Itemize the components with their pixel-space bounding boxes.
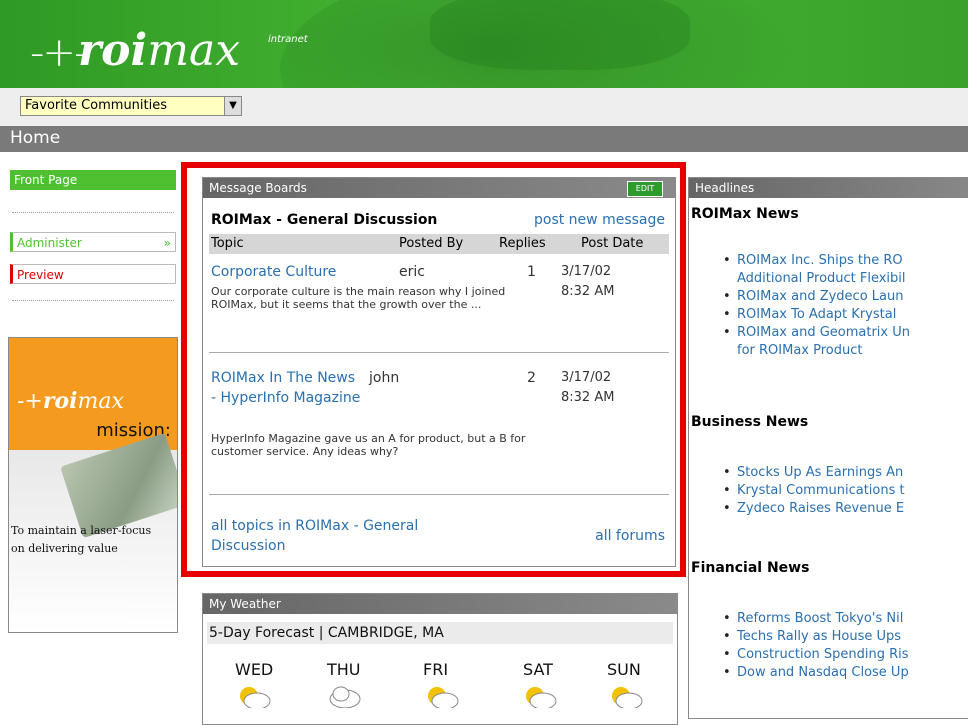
author: john [369, 370, 400, 386]
section-title: Financial News [691, 560, 810, 576]
divider [12, 212, 174, 213]
column-topic: Topic [211, 236, 244, 251]
headline-link[interactable]: Techs Rally as House Ups [723, 628, 968, 646]
weather-header: My Weather [203, 594, 677, 614]
section-title: Business News [691, 414, 809, 430]
chevron-down-icon[interactable]: ▼ [225, 96, 242, 116]
mission-line-2: on delivering value [11, 542, 118, 555]
day-label: WED [235, 660, 274, 679]
board-title: ROIMax - General Discussion [211, 212, 438, 228]
sun-cloud-icon [240, 687, 271, 708]
column-post-date: Post Date [581, 236, 644, 251]
author: eric [399, 264, 425, 280]
weather-panel: My Weather 5-Day Forecast | CAMBRIDGE, M… [202, 593, 678, 725]
mission-logo: -+roimax [17, 388, 124, 414]
column-posted-by: Posted By [399, 236, 464, 251]
panel-title: My Weather [209, 597, 281, 611]
post-excerpt: Our corporate culture is the main reason… [211, 285, 506, 311]
chevron-right-icon: » [163, 236, 171, 250]
panel-title: Message Boards [209, 181, 307, 195]
sidebar-item-preview[interactable]: Preview [10, 264, 176, 284]
headline-link[interactable]: Stocks Up As Earnings An [723, 464, 968, 482]
favorite-communities-select[interactable]: Favorite Communities ▼ [20, 96, 242, 116]
headline-list: Stocks Up As Earnings An Krystal Communi… [723, 464, 968, 518]
money-image [60, 432, 177, 539]
topic-link[interactable]: ROIMax In The News - HyperInfo Magazine [211, 368, 361, 408]
headline-link[interactable]: Zydeco Raises Revenue E [723, 500, 968, 518]
headline-link[interactable]: Krystal Communications t [723, 482, 968, 500]
cloud-icon [329, 686, 361, 708]
logo[interactable]: roimax [78, 25, 240, 76]
headline-link[interactable]: Construction Spending Ris [723, 646, 968, 664]
message-boards-header: Message Boards EDIT [203, 178, 675, 198]
all-forums-link[interactable]: all forums [595, 528, 665, 544]
headline-link[interactable]: ROIMax and Zydeco Laun [723, 288, 968, 306]
panel-title: Headlines [695, 181, 755, 195]
post-date: 3/17/02 8:32 AM [561, 370, 615, 405]
row-divider [209, 352, 669, 353]
logo-bold-text: roi [78, 25, 148, 76]
section-title: ROIMax News [691, 206, 799, 222]
headline-link[interactable]: ROIMax To Adapt Krystal [723, 306, 968, 324]
mission-banner[interactable]: -+roimax mission: To maintain a laser-fo… [8, 337, 178, 633]
row-divider [209, 494, 669, 495]
day-label: FRI [423, 660, 449, 679]
sun-cloud-icon [612, 687, 643, 708]
page-title: Home [10, 128, 61, 148]
headline-list: Reforms Boost Tokyo's Nil Techs Rally as… [723, 610, 968, 682]
mission-line-1: To maintain a laser-focus [11, 524, 152, 537]
headline-link-continued[interactable]: Additional Product Flexibil [723, 270, 968, 288]
site-header: -+- roimax intranet [0, 0, 968, 88]
sidebar-item-label: Administer [17, 236, 82, 250]
post-date: 3/17/02 8:32 AM [561, 264, 615, 299]
sun-cloud-icon [428, 687, 459, 708]
topic-link[interactable]: Corporate Culture [211, 262, 391, 282]
replies-count: 2 [527, 370, 536, 386]
logo-intranet-label: intranet [268, 34, 308, 45]
message-boards-panel: Message Boards EDIT ROIMax - General Dis… [202, 177, 676, 567]
page-title-bar: Home [0, 126, 968, 152]
favorite-communities-value: Favorite Communities [20, 96, 225, 116]
globe-graphic-land [430, 0, 690, 70]
edit-button[interactable]: EDIT [627, 181, 663, 197]
column-replies: Replies [499, 236, 546, 251]
all-topics-link[interactable]: all topics in ROIMax - General Discussio… [211, 516, 491, 556]
replies-count: 1 [527, 264, 536, 280]
headline-link[interactable]: ROIMax Inc. Ships the RO [723, 252, 968, 270]
table-header: Topic Posted By Replies Post Date [209, 234, 669, 254]
headlines-header: Headlines [689, 178, 968, 198]
headline-link[interactable]: ROIMax and Geomatrix Un [723, 324, 968, 342]
headline-link[interactable]: Reforms Boost Tokyo's Nil [723, 610, 968, 628]
logo-light-text: max [147, 25, 241, 76]
sun-cloud-icon [526, 687, 557, 708]
divider [12, 300, 174, 301]
post-new-message-link[interactable]: post new message [534, 212, 665, 228]
headline-link[interactable]: Dow and Nasdaq Close Up [723, 664, 968, 682]
forecast-location: 5-Day Forecast | CAMBRIDGE, MA [207, 622, 673, 644]
day-label: SAT [523, 660, 553, 679]
post-excerpt: HyperInfo Magazine gave us an A for prod… [211, 432, 526, 458]
sidebar-item-front-page[interactable]: Front Page [10, 170, 176, 190]
headline-list: ROIMax Inc. Ships the RO Additional Prod… [723, 252, 968, 360]
headline-link-continued[interactable]: for ROIMax Product [723, 342, 968, 360]
headlines-panel: Headlines ROIMax News ROIMax Inc. Ships … [688, 177, 968, 719]
sidebar-item-administer[interactable]: Administer » [10, 232, 176, 252]
day-label: THU [327, 660, 361, 679]
day-label: SUN [607, 660, 641, 679]
